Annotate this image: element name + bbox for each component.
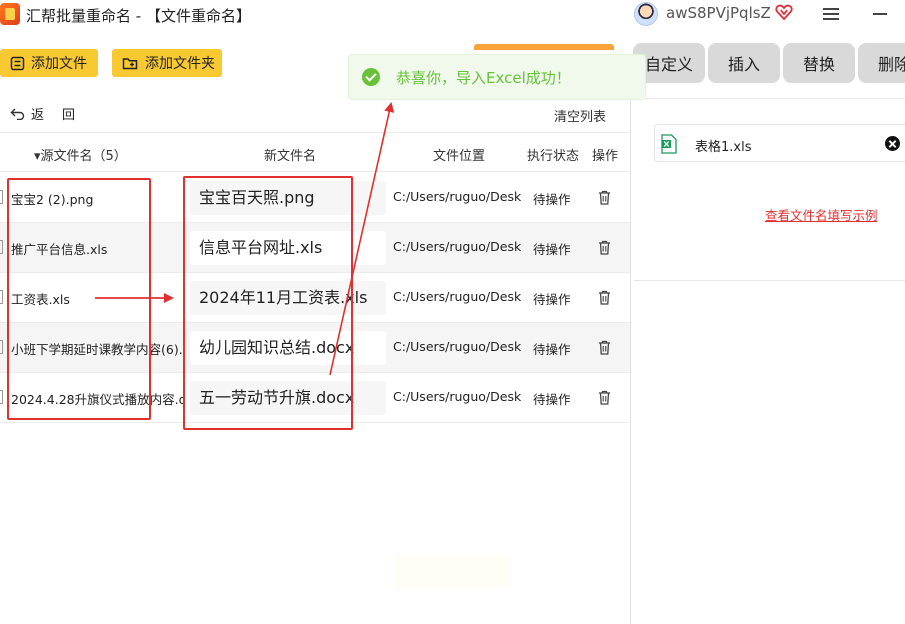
example-link[interactable]: 查看文件名填写示例 bbox=[765, 205, 878, 224]
file-icon bbox=[0, 190, 3, 204]
annotation-box-source bbox=[7, 178, 151, 420]
close-icon[interactable] bbox=[885, 136, 900, 151]
file-location: C:/Users/ruguo/Desktop bbox=[393, 189, 521, 204]
menu-icon[interactable] bbox=[822, 5, 840, 21]
right-panel-top-divider bbox=[634, 98, 905, 99]
toast-message: 恭喜你，导入Excel成功！ bbox=[396, 68, 571, 87]
file-icon bbox=[0, 290, 3, 304]
file-location: C:/Users/ruguo/Desktop bbox=[393, 289, 521, 304]
file-icon bbox=[0, 390, 3, 404]
header-source-name[interactable]: ▾源文件名（5） bbox=[34, 145, 127, 164]
trash-icon[interactable] bbox=[598, 240, 611, 255]
trash-icon[interactable] bbox=[598, 290, 611, 305]
trash-icon[interactable] bbox=[598, 390, 611, 405]
back-label: 返 bbox=[31, 107, 45, 123]
window-title: 汇帮批量重命名 - 【文件重命名】 bbox=[26, 7, 251, 25]
success-toast: 恭喜你，导入Excel成功！ bbox=[348, 54, 646, 100]
header-new-name: 新文件名 bbox=[264, 149, 317, 164]
header-location: 文件位置 bbox=[433, 149, 486, 164]
start-button-faint[interactable] bbox=[394, 556, 510, 588]
status-text: 待操作 bbox=[533, 392, 571, 407]
file-location: C:/Users/ruguo/Desktop bbox=[393, 389, 521, 404]
add-folder-icon bbox=[122, 57, 138, 69]
file-icon bbox=[0, 340, 3, 354]
title-bar: 汇帮批量重命名 - 【文件重命名】 awS8PVjPqlsZ bbox=[0, 0, 905, 30]
file-location: C:/Users/ruguo/Desktop bbox=[393, 239, 521, 254]
header-action: 操作 bbox=[592, 149, 619, 164]
trash-icon[interactable] bbox=[598, 190, 611, 205]
vip-heart-icon[interactable] bbox=[775, 3, 793, 21]
header-status: 执行状态 bbox=[527, 149, 580, 164]
imported-file-card[interactable]: 表格1.xls bbox=[654, 124, 905, 162]
clear-list-button[interactable]: 清空列表 bbox=[554, 106, 606, 125]
status-text: 待操作 bbox=[533, 292, 571, 307]
panel-divider bbox=[630, 98, 631, 624]
tab-insert[interactable]: 插入 bbox=[708, 43, 780, 83]
back-label-2: 回 bbox=[62, 107, 76, 123]
excel-file-icon bbox=[661, 134, 677, 154]
add-folder-button[interactable]: 添加文件夹 bbox=[112, 49, 222, 77]
trash-icon[interactable] bbox=[598, 340, 611, 355]
start-button-edge[interactable] bbox=[474, 44, 614, 50]
right-panel-divider bbox=[634, 280, 905, 281]
app-logo-icon bbox=[0, 3, 20, 25]
status-text: 待操作 bbox=[533, 342, 571, 357]
avatar[interactable] bbox=[634, 2, 658, 26]
username[interactable]: awS8PVjPqlsZ bbox=[666, 4, 771, 22]
check-circle-icon bbox=[362, 68, 380, 86]
back-control[interactable]: 返 回 bbox=[10, 104, 76, 123]
imported-file-name: 表格1.xls bbox=[695, 140, 752, 155]
annotation-box-new bbox=[183, 176, 353, 430]
status-text: 待操作 bbox=[533, 192, 571, 207]
tab-delete[interactable]: 删除 bbox=[858, 43, 905, 83]
table-header: ▾源文件名（5） 新文件名 文件位置 执行状态 操作 bbox=[0, 132, 630, 172]
add-folder-label: 添加文件夹 bbox=[145, 56, 215, 72]
add-file-label: 添加文件 bbox=[31, 56, 87, 72]
back-arrow-icon bbox=[10, 108, 25, 120]
minimize-icon[interactable] bbox=[873, 13, 887, 15]
add-file-icon bbox=[10, 56, 25, 70]
status-text: 待操作 bbox=[533, 242, 571, 257]
tab-replace[interactable]: 替换 bbox=[783, 43, 855, 83]
file-location: C:/Users/ruguo/Desktop bbox=[393, 339, 521, 354]
add-file-button[interactable]: 添加文件 bbox=[0, 49, 98, 77]
file-icon bbox=[0, 240, 3, 254]
